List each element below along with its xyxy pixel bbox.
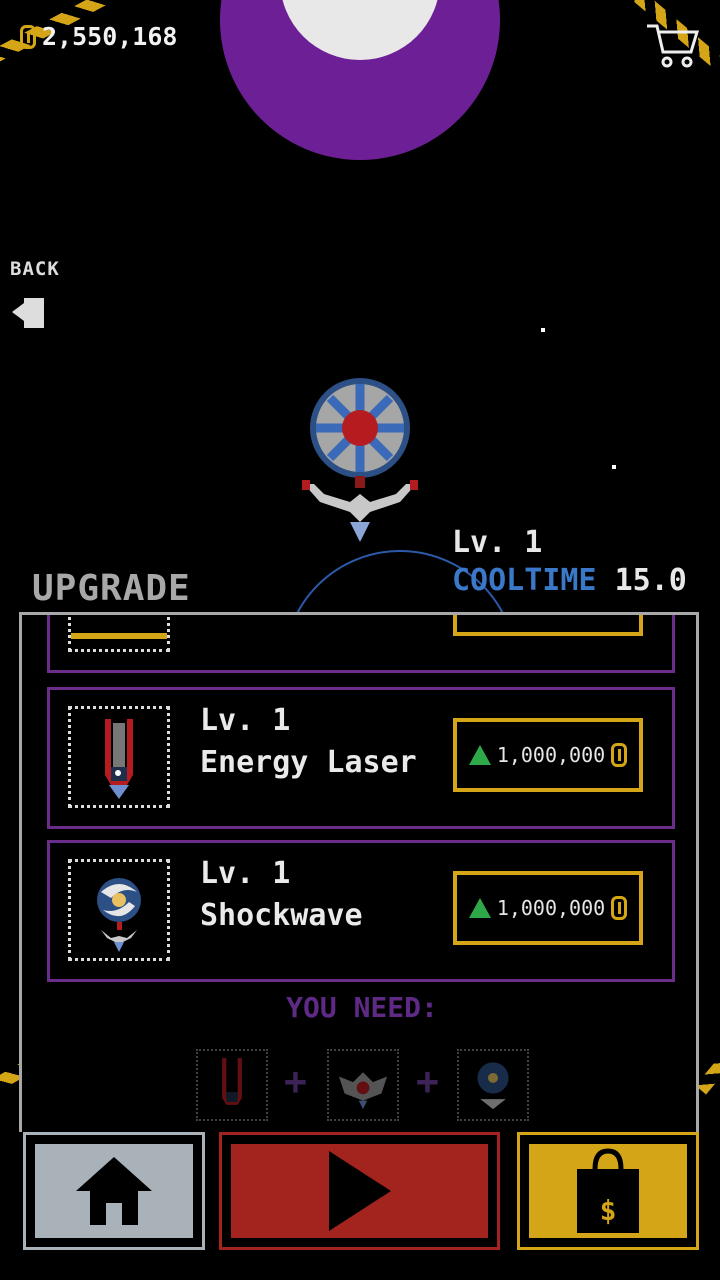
planet-core [280, 0, 440, 60]
upgrade-thumbnail [68, 859, 170, 961]
play-button[interactable] [219, 1132, 500, 1250]
back-button[interactable]: BACK [10, 258, 80, 334]
upgrade-card-previous [47, 615, 675, 673]
cart-icon [647, 24, 700, 68]
shop-button-face: $ [526, 1141, 690, 1241]
cooltime-label: COOLTIME [452, 563, 597, 598]
price: 1,000,000 [496, 896, 606, 920]
thumbnail-detail [71, 633, 167, 639]
upgrade-arrow-icon [468, 898, 491, 918]
upgrade-title: UPGRADE [32, 568, 191, 609]
cooltime-value: 15.0 [614, 563, 687, 598]
turret-icon [338, 1072, 388, 1110]
play-icon [328, 1151, 391, 1231]
requirements-title: YOU NEED: [286, 991, 438, 1024]
requirement-slot [457, 1049, 529, 1121]
upgrade-level: Lv. 1 [200, 856, 291, 891]
upgrade-name: Shockwave [200, 898, 363, 933]
upgrade-info: Lv. 1 Shockwave [200, 853, 363, 937]
back-label: BACK [10, 258, 60, 280]
upgrade-name: Energy Laser [200, 745, 417, 780]
upgrade-level: Lv. 1 [200, 703, 291, 738]
shockwave-icon [97, 878, 141, 952]
coin-icon [611, 743, 628, 767]
star [612, 465, 616, 469]
cart-button[interactable] [645, 16, 701, 70]
price: 1,000,000 [496, 743, 606, 767]
energy-laser-icon [222, 1058, 242, 1105]
buy-button[interactable] [453, 615, 643, 636]
plus-separator: + [284, 1059, 307, 1103]
play-button-face [228, 1141, 491, 1241]
shop-dollar-sign: $ [599, 1194, 617, 1227]
buy-energy-laser-button[interactable]: 1,000,000 [453, 718, 643, 792]
home-icon [76, 1157, 152, 1225]
shockwave-icon [477, 1062, 509, 1110]
requirement-slot [196, 1049, 268, 1121]
plus-separator: + [416, 1059, 439, 1103]
planet [220, 0, 500, 160]
buy-shockwave-button[interactable]: 1,000,000 [453, 871, 643, 945]
arrow-left-icon [12, 298, 44, 328]
upgrade-card: Lv. 1 Energy Laser 1,000,000 [47, 687, 675, 829]
coin-icon [20, 24, 36, 49]
home-button[interactable] [23, 1132, 205, 1250]
coin-balance-value: 2,550,168 [42, 22, 178, 51]
coin-icon [611, 896, 628, 920]
requirement-slot [327, 1049, 399, 1121]
upgrade-thumbnail [68, 615, 170, 652]
hazard-stripe-bottom-right [695, 1039, 720, 1095]
turret-stats: Lv. 1 COOLTIME 15.0 [452, 524, 687, 600]
upgrade-panel[interactable]: Lv. 1 Energy Laser 1,000,000 Lv. 1 Shock… [19, 612, 699, 1132]
turret-sprite [302, 378, 418, 542]
upgrade-thumbnail [68, 706, 170, 808]
upgrade-info: Lv. 1 Energy Laser [200, 700, 417, 784]
upgrade-card: Lv. 1 Shockwave 1,000,000 [47, 840, 675, 982]
energy-laser-icon [105, 719, 133, 799]
turret-level: Lv. 1 [452, 525, 543, 560]
coin-balance: 2,550,168 [20, 22, 177, 51]
upgrade-arrow-icon [468, 745, 491, 765]
cooltime-row: COOLTIME 15.0 [452, 562, 687, 600]
star [541, 328, 545, 332]
shop-button[interactable]: $ [517, 1132, 699, 1250]
home-button-face [32, 1141, 196, 1241]
